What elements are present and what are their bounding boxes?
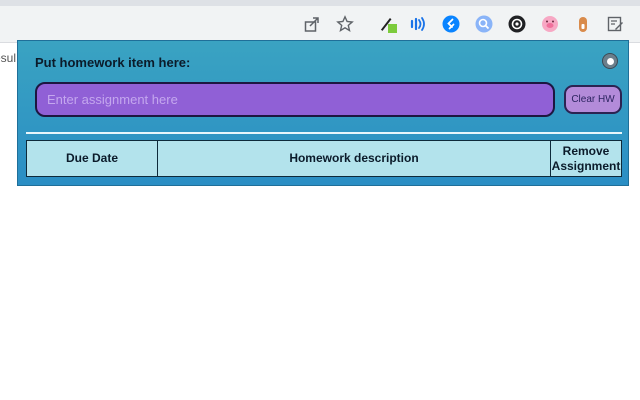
homework-extension-icon[interactable] — [606, 15, 624, 33]
page-edge-text: esul — [0, 51, 16, 65]
bookmark-star-icon[interactable] — [336, 15, 354, 33]
audio-extension-icon[interactable] — [409, 15, 427, 33]
popup-title: Put homework item here: — [35, 55, 191, 70]
divider — [26, 132, 622, 134]
close-icon-dot — [606, 57, 614, 65]
table-header-row: Due Date Homework description Remove Ass… — [26, 140, 622, 177]
dropper-extension-icon[interactable] — [574, 15, 592, 33]
homework-table: Due Date Homework description Remove Ass… — [26, 140, 622, 177]
browser-toolbar — [0, 6, 640, 43]
homework-description-header: Homework description — [157, 140, 551, 177]
share-icon[interactable] — [303, 15, 321, 33]
due-date-header: Due Date — [26, 140, 158, 177]
shazam-extension-icon[interactable] — [442, 15, 460, 33]
close-circle-icon[interactable] — [602, 53, 618, 69]
assignment-input[interactable] — [35, 82, 555, 117]
pig-extension-icon[interactable] — [541, 15, 559, 33]
search-extension-icon[interactable] — [475, 15, 493, 33]
clear-hw-button[interactable]: Clear HW — [564, 85, 622, 114]
eyedropper-extension-icon[interactable] — [379, 15, 397, 33]
remove-assignment-header: Remove Assignment — [550, 140, 622, 177]
record-extension-icon[interactable] — [508, 15, 526, 33]
homework-popup: Put homework item here: Clear HW Due Dat… — [17, 40, 629, 186]
